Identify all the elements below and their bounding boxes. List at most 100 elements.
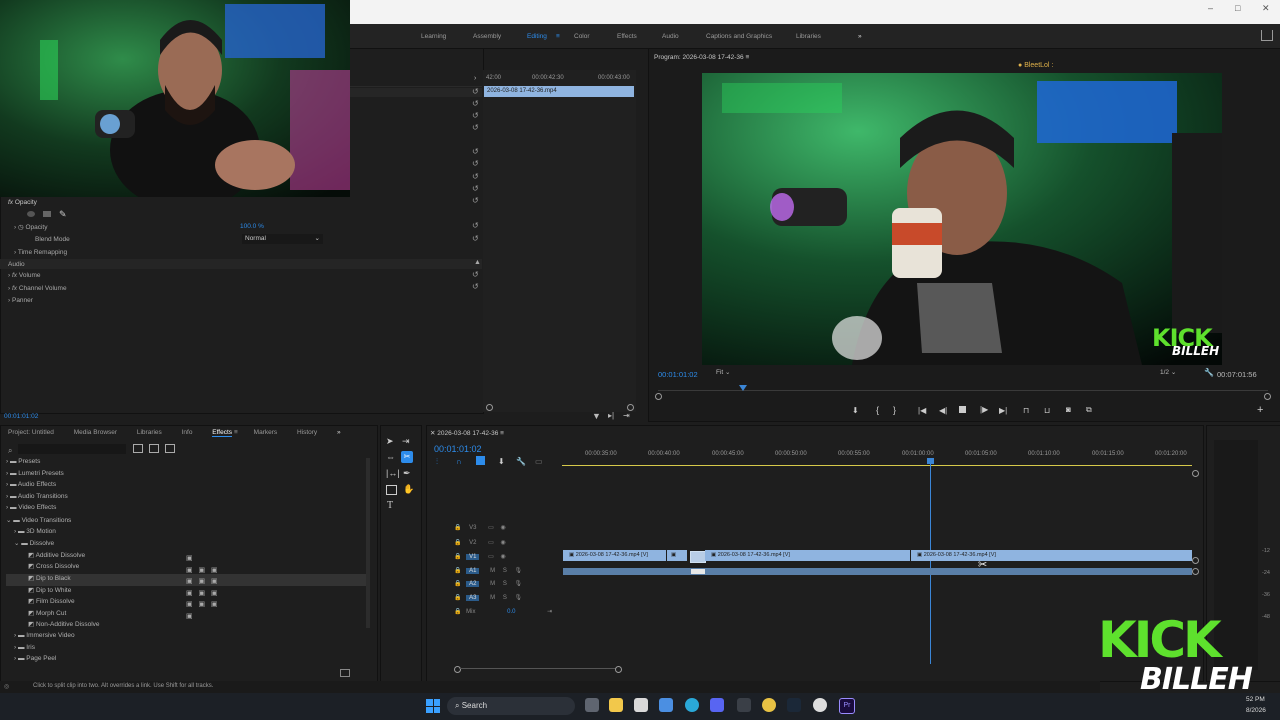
sync-lock-icon[interactable]: ▭ bbox=[488, 554, 494, 560]
solo-button[interactable]: S bbox=[503, 595, 507, 601]
compare-icon[interactable]: ⧉ bbox=[1086, 405, 1092, 415]
steam-icon[interactable] bbox=[787, 698, 801, 712]
tab-history[interactable]: History bbox=[297, 429, 317, 436]
program-timecode[interactable]: 00:01:01:02 bbox=[658, 370, 698, 379]
mic-icon[interactable]: 🎙 bbox=[515, 595, 523, 601]
accelerated-effects-icon[interactable] bbox=[133, 444, 143, 453]
tab-effects[interactable]: Effects bbox=[212, 429, 233, 437]
reset-icon[interactable]: ↺ bbox=[472, 196, 479, 205]
sync-lock-icon[interactable]: ▭ bbox=[488, 525, 494, 531]
reset-icon[interactable]: ↺ bbox=[472, 221, 479, 230]
mail-icon[interactable] bbox=[659, 698, 673, 712]
mix-value[interactable]: 0.0 bbox=[507, 609, 515, 615]
filter-icon[interactable]: ▼ bbox=[592, 411, 601, 421]
yuv-effects-icon[interactable] bbox=[165, 444, 175, 453]
store-icon[interactable] bbox=[634, 698, 648, 712]
panner-row[interactable]: › Panner bbox=[8, 297, 33, 309]
blend-mode-select[interactable]: Normal ⌄ bbox=[242, 234, 323, 244]
stop-icon[interactable] bbox=[959, 406, 966, 413]
ws-color[interactable]: Color bbox=[574, 33, 590, 40]
reset-icon[interactable]: ↺ bbox=[472, 111, 479, 120]
collapse-icon[interactable]: ▲ bbox=[474, 259, 481, 266]
v-zoom-top[interactable] bbox=[1192, 470, 1199, 477]
go-to-out-icon[interactable]: ▶| bbox=[999, 406, 1007, 415]
maximize-button[interactable]: □ bbox=[1235, 3, 1240, 13]
wrench-icon[interactable]: 🔧 bbox=[1204, 368, 1214, 377]
mic-icon[interactable]: 🎙 bbox=[515, 568, 523, 574]
add-button-icon[interactable]: + bbox=[1257, 404, 1263, 416]
go-to-in-icon[interactable]: |◀ bbox=[918, 406, 926, 415]
tree-lumetri-presets[interactable]: › ▬ Lumetri Presets bbox=[6, 470, 370, 482]
add-marker-timeline-icon[interactable]: ⬇ bbox=[498, 457, 505, 466]
chrome-icon[interactable] bbox=[762, 698, 776, 712]
volume-row[interactable]: › fx Volume bbox=[8, 272, 41, 284]
captions-icon[interactable]: ▭ bbox=[535, 457, 543, 466]
mark-in-icon[interactable]: { bbox=[876, 405, 879, 415]
video-clip[interactable]: ▣ 2026-03-08 17-42-36.mp4 [V] bbox=[705, 550, 910, 561]
ws-libraries[interactable]: Libraries bbox=[796, 33, 821, 40]
tree-video-transitions[interactable]: ⌄ ▬ Video Transitions bbox=[6, 516, 370, 528]
reset-icon[interactable]: ↺ bbox=[472, 282, 479, 291]
quality-select[interactable]: 1/2 ⌄ bbox=[1160, 368, 1176, 376]
tree-presets[interactable]: › ▬ Presets bbox=[6, 458, 370, 470]
lift-icon[interactable]: ⊓ bbox=[1023, 406, 1029, 415]
share-icon[interactable] bbox=[1261, 30, 1273, 41]
slip-tool-icon[interactable]: |↔| bbox=[386, 468, 400, 478]
mute-button[interactable]: M bbox=[490, 581, 495, 587]
tree-page-peel[interactable]: › ▬ Page Peel bbox=[6, 655, 370, 667]
edge-icon[interactable] bbox=[685, 698, 699, 712]
reset-icon[interactable]: ↺ bbox=[472, 87, 479, 96]
channel-volume-row[interactable]: › fx Channel Volume bbox=[8, 285, 67, 297]
ws-editing[interactable]: Editing bbox=[527, 33, 547, 40]
reset-icon[interactable]: ↺ bbox=[472, 172, 479, 181]
track-v1-label[interactable]: V1 bbox=[466, 554, 480, 560]
h-scroll-track[interactable] bbox=[459, 668, 616, 669]
video-clip[interactable]: ▣ 2026-03-08 17-42-36.mp4 [V] bbox=[563, 550, 666, 561]
snap-icon[interactable]: ∩ bbox=[456, 457, 462, 466]
mic-icon[interactable]: 🎙 bbox=[515, 581, 523, 587]
discord-icon[interactable] bbox=[710, 698, 724, 712]
ws-assembly[interactable]: Assembly bbox=[473, 33, 501, 40]
tab-libraries[interactable]: Libraries bbox=[137, 429, 162, 436]
tree-dissolve[interactable]: ⌄ ▬ Dissolve bbox=[6, 539, 370, 551]
file-explorer-icon[interactable] bbox=[609, 698, 623, 712]
audio-transition[interactable] bbox=[691, 569, 705, 574]
start-button[interactable] bbox=[426, 699, 440, 713]
sequence-tab[interactable]: ✕ 2026-03-08 17-42-36 ≡ bbox=[430, 429, 504, 437]
opacity-group[interactable]: fx Opacity bbox=[8, 199, 37, 211]
ec-clip[interactable]: 2026-03-08 17-42-36.mp4 bbox=[484, 86, 634, 97]
minimize-button[interactable]: – bbox=[1208, 3, 1213, 13]
task-view-icon[interactable] bbox=[585, 698, 599, 712]
scrub-handle-right[interactable] bbox=[1264, 393, 1271, 400]
solo-button[interactable]: S bbox=[503, 581, 507, 587]
tree-3d-motion[interactable]: › ▬ 3D Motion bbox=[6, 528, 370, 540]
scrub-handle-left[interactable] bbox=[655, 393, 662, 400]
step-forward-icon[interactable]: |▶ bbox=[980, 405, 988, 414]
rectangle-tool-icon[interactable] bbox=[386, 485, 397, 495]
selection-tool-icon[interactable]: ➤ bbox=[386, 436, 394, 447]
tab-media-browser[interactable]: Media Browser bbox=[74, 429, 117, 436]
tree-iris[interactable]: › ▬ Iris bbox=[6, 644, 370, 656]
tab-info[interactable]: Info bbox=[182, 429, 193, 436]
play-arrow-icon[interactable]: › bbox=[474, 75, 476, 82]
program-video[interactable] bbox=[702, 73, 1222, 365]
close-button[interactable]: ✕ bbox=[1262, 3, 1270, 14]
mute-button[interactable]: M bbox=[490, 568, 495, 574]
ws-more-icon[interactable]: » bbox=[858, 33, 862, 40]
tab-markers[interactable]: Markers bbox=[254, 429, 277, 436]
video-clip[interactable]: ▣ 2026-03-08 17-42-36.mp4 [V] bbox=[911, 550, 1192, 561]
reset-icon[interactable]: ↺ bbox=[472, 159, 479, 168]
play-only-icon[interactable]: ▸| bbox=[608, 411, 614, 420]
premiere-icon[interactable]: Pr bbox=[839, 698, 855, 714]
track-select-icon[interactable]: ⇥ bbox=[402, 436, 410, 447]
hand-tool-icon[interactable]: ✋ bbox=[403, 484, 414, 495]
step-back-icon[interactable]: ◀| bbox=[939, 406, 947, 415]
mark-out-icon[interactable]: } bbox=[893, 405, 896, 415]
ws-audio[interactable]: Audio bbox=[662, 33, 679, 40]
sync-lock-icon[interactable]: ▭ bbox=[488, 540, 494, 546]
add-marker-icon[interactable]: ⬇ bbox=[852, 406, 859, 415]
camera-icon[interactable]: ◙ bbox=[1066, 405, 1071, 414]
ws-effects[interactable]: Effects bbox=[617, 33, 637, 40]
timeline-playhead[interactable] bbox=[930, 458, 931, 664]
work-area-bar[interactable] bbox=[562, 465, 1192, 466]
